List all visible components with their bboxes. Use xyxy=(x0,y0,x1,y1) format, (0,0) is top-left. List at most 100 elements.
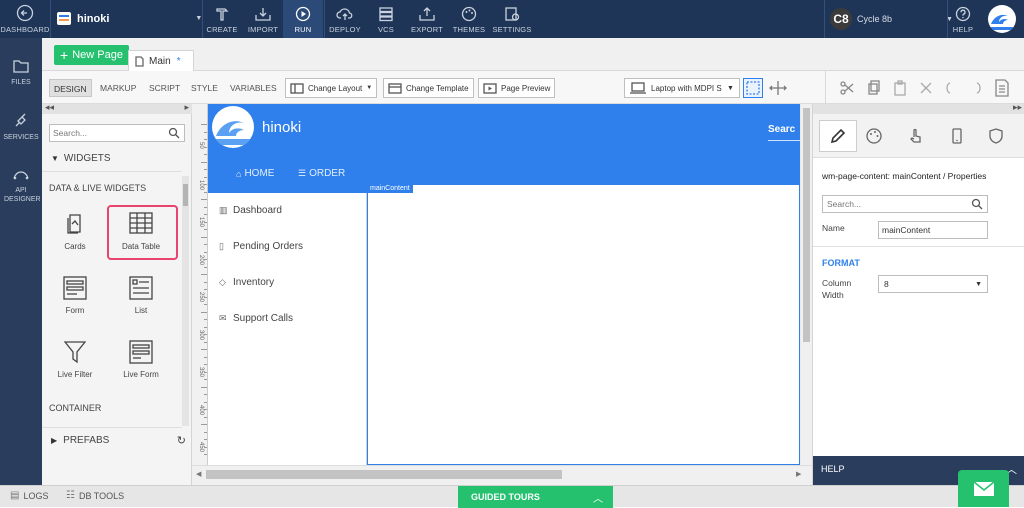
nav-item-support-calls[interactable]: ✉ Support Calls xyxy=(219,313,293,324)
tab-device[interactable] xyxy=(948,127,966,148)
preview-icon xyxy=(483,82,497,94)
search-placeholder: Search... xyxy=(53,128,88,138)
column-width-select[interactable]: 8 ▼ xyxy=(878,275,988,293)
scroll-left-icon[interactable]: ◀ xyxy=(196,470,201,478)
nav-item-label: Pending Orders xyxy=(233,241,304,252)
grid-toggle-button[interactable] xyxy=(743,78,763,98)
user-menu[interactable]: C8 Cycle 8b ▼ xyxy=(830,8,953,30)
save-icon[interactable] xyxy=(994,79,1010,100)
app-title: hinoki xyxy=(262,119,302,136)
nav-order[interactable]: ☰ ORDER xyxy=(298,168,345,179)
column-width-value: 8 xyxy=(884,279,889,289)
change-template-button[interactable]: Change Template xyxy=(383,78,474,98)
undo-icon[interactable] xyxy=(944,80,960,99)
vcs-button[interactable]: VCS xyxy=(367,0,405,38)
paste-icon[interactable] xyxy=(892,80,908,99)
nav-home[interactable]: ⌂ HOME xyxy=(236,168,274,179)
app-search[interactable]: Searc xyxy=(768,124,795,135)
tab-main[interactable]: Main * xyxy=(128,50,194,71)
dashboard-button[interactable]: DASHBOARD xyxy=(0,0,50,38)
chevron-down-icon: ▼ xyxy=(975,280,982,288)
widget-list[interactable]: List xyxy=(108,276,174,315)
db-tools-label: DB TOOLS xyxy=(78,490,125,501)
ruler-tick-mark xyxy=(204,281,207,283)
cards-icon xyxy=(67,214,81,234)
tab-script[interactable]: SCRIPT xyxy=(145,79,184,97)
main-content[interactable]: mainContent xyxy=(367,184,800,465)
scroll-right-icon[interactable]: ▶ xyxy=(796,470,801,478)
cut-icon[interactable] xyxy=(839,80,855,99)
logs-button[interactable]: ▤ LOGS xyxy=(10,490,48,501)
widgets-scrollbar[interactable] xyxy=(182,176,189,426)
properties-heading: wm-page-content: mainContent / Propertie… xyxy=(822,171,987,181)
ruler-tick-mark xyxy=(204,266,207,268)
change-template-label: Change Template xyxy=(406,83,469,93)
tab-events[interactable] xyxy=(907,127,925,148)
api-designer-label: API DESIGNER xyxy=(4,187,41,203)
project-selector[interactable]: hinoki ▼ xyxy=(57,12,202,25)
properties-tab-strip xyxy=(813,114,1024,158)
properties-search-input[interactable]: Search... xyxy=(822,195,988,213)
tab-styles[interactable] xyxy=(865,127,883,148)
guided-tours-button[interactable]: GUIDED TOURS ︿ xyxy=(458,486,613,508)
tab-variables[interactable]: VARIABLES xyxy=(226,79,281,97)
settings-button[interactable]: SETTINGS xyxy=(490,0,534,38)
deploy-button[interactable]: DEPLOY xyxy=(325,0,365,38)
prefabs-section-toggle[interactable]: ▶ PREFABS ↻ xyxy=(51,434,186,447)
collapse-right-icon[interactable]: ▸▸ xyxy=(1013,102,1022,113)
wave-logo-icon xyxy=(991,14,1013,30)
column-width-label-line1: Column xyxy=(822,278,852,288)
widget-search-input[interactable]: Search... xyxy=(49,124,185,142)
widget-live-filter[interactable]: Live Filter xyxy=(42,340,108,379)
themes-button[interactable]: THEMES xyxy=(449,0,489,38)
scrollbar-thumb[interactable] xyxy=(183,184,188,206)
page-preview-button[interactable]: Page Preview xyxy=(478,78,556,98)
new-page-button[interactable]: + New Page xyxy=(54,45,129,65)
scrollbar-thumb[interactable] xyxy=(803,108,810,342)
nav-item-dashboard[interactable]: ▥ Dashboard xyxy=(219,205,282,216)
resize-handle-icon[interactable] xyxy=(769,80,787,99)
tab-style[interactable]: STYLE xyxy=(187,79,222,97)
tab-design[interactable]: DESIGN xyxy=(49,79,92,97)
db-tools-button[interactable]: ☷ DB TOOLS xyxy=(66,490,124,501)
delete-icon[interactable] xyxy=(918,80,934,99)
nav-item-inventory[interactable]: ◇ Inventory xyxy=(219,277,274,288)
name-field[interactable]: mainContent xyxy=(878,221,988,239)
editor-toolbar: DESIGN MARKUP SCRIPT STYLE VARIABLES Cha… xyxy=(42,71,1024,104)
copy-icon[interactable] xyxy=(866,80,882,99)
refresh-icon[interactable]: ↻ xyxy=(177,434,186,447)
expand-right-icon[interactable]: ▸ xyxy=(184,102,189,113)
services-button[interactable]: SERVICES xyxy=(0,113,42,142)
change-layout-button[interactable]: Change Layout ▼ xyxy=(285,78,378,98)
tab-properties[interactable] xyxy=(819,120,857,152)
api-designer-button[interactable]: API DESIGNER xyxy=(0,166,42,204)
canvas-vertical-scrollbar[interactable] xyxy=(801,104,812,465)
canvas-horizontal-scrollbar[interactable]: ◀ ▶ xyxy=(192,465,812,485)
widget-cards[interactable]: Cards xyxy=(42,212,108,251)
chat-button[interactable] xyxy=(958,470,1009,507)
scrollbar-thumb[interactable] xyxy=(206,470,562,479)
ruler-tick-mark xyxy=(204,259,207,260)
device-select[interactable]: Laptop with MDPI S ▼ xyxy=(624,78,740,98)
nav-item-pending-orders[interactable]: ▯ Pending Orders xyxy=(219,241,303,252)
widget-data-table[interactable]: Data Table xyxy=(108,212,174,251)
run-button[interactable]: RUN xyxy=(283,0,323,38)
collapse-left-icon[interactable]: ◂◂ xyxy=(45,102,54,113)
pencil-icon xyxy=(830,128,846,144)
widget-form[interactable]: Form xyxy=(42,276,108,315)
import-button[interactable]: IMPORT xyxy=(243,0,283,38)
widgets-section-toggle[interactable]: ▼ WIDGETS xyxy=(51,153,111,164)
redo-icon[interactable] xyxy=(967,80,983,99)
create-button[interactable]: CREATE xyxy=(203,0,241,38)
bar-chart-icon: ▥ xyxy=(219,205,228,215)
ruler-tick-mark xyxy=(204,146,207,148)
export-button[interactable]: EXPORT xyxy=(407,0,447,38)
tab-markup[interactable]: MARKUP xyxy=(96,79,140,97)
widget-live-form[interactable]: Live Form xyxy=(108,340,174,379)
widget-live-filter-label: Live Filter xyxy=(57,370,93,379)
caret-right-icon: ▶ xyxy=(51,436,58,445)
data-table-icon xyxy=(129,212,153,234)
files-button[interactable]: FILES xyxy=(0,58,42,87)
help-button[interactable]: HELP xyxy=(948,0,978,38)
tab-security[interactable] xyxy=(987,127,1005,148)
